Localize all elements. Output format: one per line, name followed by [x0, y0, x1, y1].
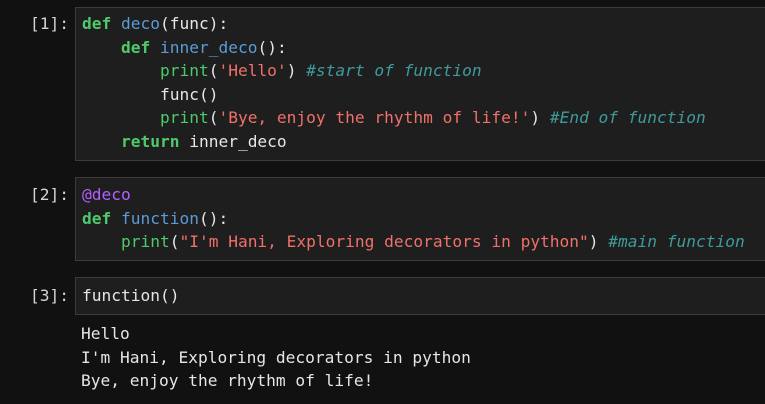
code-line: @deco — [82, 183, 131, 207]
code-line: print('Bye, enjoy the rhythm of life!') … — [82, 106, 706, 130]
code-line: func() — [82, 83, 219, 107]
code-token: ) — [286, 61, 307, 80]
code-token: #start of function — [306, 61, 482, 80]
code-line: print("I'm Hani, Exploring decorators in… — [82, 230, 745, 254]
code-token: "I'm Hani, Exploring decorators in pytho… — [179, 232, 589, 251]
output-line: I'm Hani, Exploring decorators in python — [81, 347, 471, 367]
code-token: print — [120, 232, 170, 251]
code-token: ( — [208, 61, 219, 80]
code-line: def inner_deco(): — [82, 36, 287, 60]
code-token: #main function — [608, 232, 745, 251]
cell-prompt: [2]: — [30, 185, 69, 204]
code-token: def — [120, 37, 151, 57]
code-token: ( — [169, 232, 180, 251]
code-token: function — [121, 208, 199, 228]
code-token: return — [120, 131, 180, 151]
code-token: ( — [208, 108, 219, 127]
code-line: return inner_deco — [82, 130, 287, 154]
code-token: def — [82, 208, 112, 228]
code-token: (): — [257, 37, 287, 57]
code-token: func() — [82, 84, 219, 104]
code-editor[interactable]: function() — [75, 277, 765, 315]
code-token: 'Bye, enjoy the rhythm of life!' — [218, 108, 531, 127]
code-token: (func): — [159, 14, 229, 33]
code-line: def deco(func): — [82, 12, 228, 36]
code-token: inner_deco — [159, 37, 258, 57]
code-token: 'Hello' — [218, 61, 287, 80]
code-token: ) — [530, 108, 550, 127]
code-token: ) — [588, 232, 609, 251]
output-line: Hello — [81, 324, 130, 343]
cell-prompt: [3]: — [30, 286, 69, 305]
code-line: function() — [82, 284, 179, 308]
code-token: inner_deco — [179, 131, 287, 151]
code-token: deco — [121, 14, 160, 33]
output-line: Bye, enjoy the rhythm of life! — [81, 371, 374, 390]
cell-prompt: [1]: — [30, 14, 69, 33]
code-token: @deco — [82, 185, 131, 204]
code-line: print('Hello') #start of function — [82, 59, 482, 83]
code-line: def function(): — [82, 207, 228, 231]
code-token: #End of function — [549, 108, 706, 127]
code-editor[interactable]: @deco def function(): print("I'm Hani, E… — [75, 177, 765, 261]
code-token: function() — [82, 286, 180, 305]
code-token: def — [82, 14, 112, 33]
code-editor[interactable]: def deco(func): def inner_deco(): print(… — [75, 7, 765, 161]
code-token: print — [159, 61, 209, 80]
code-token: (): — [198, 208, 229, 228]
code-token: print — [159, 108, 209, 127]
